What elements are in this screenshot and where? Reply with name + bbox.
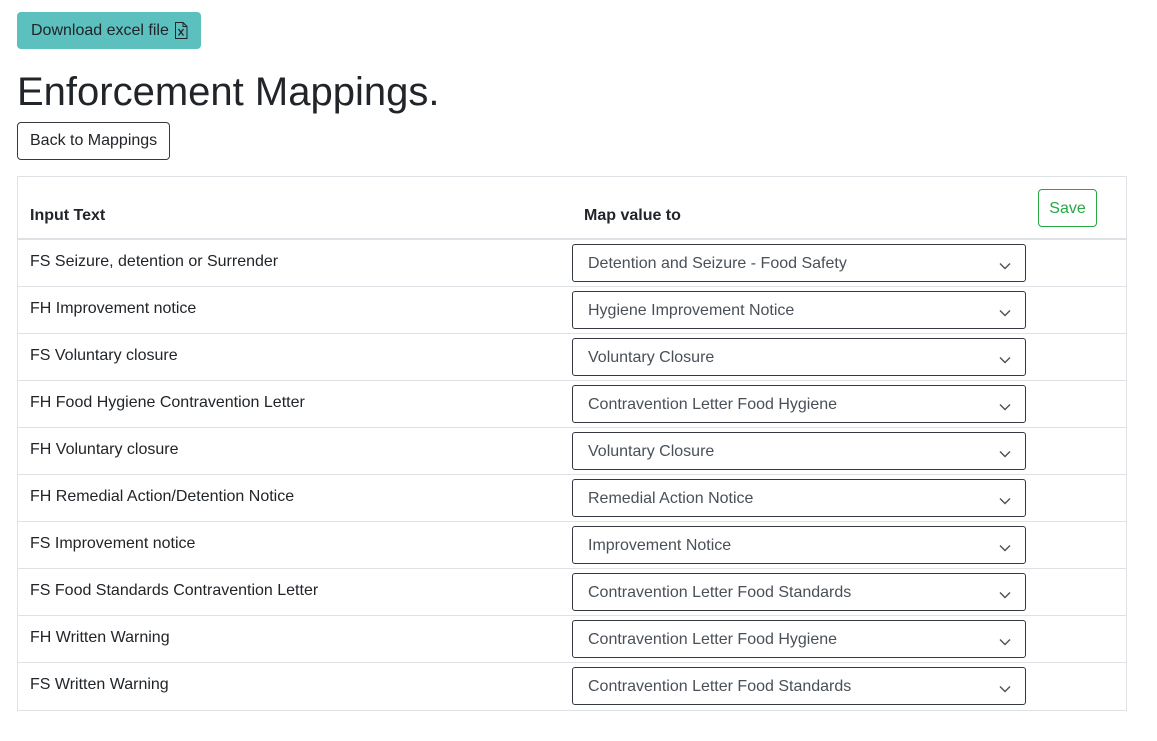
row-input-text: FS Improvement notice bbox=[30, 535, 196, 552]
table-row: FH Written Warning Contravention Letter F… bbox=[18, 616, 1126, 663]
row-input-text: FS Seizure, detention or Surrender bbox=[30, 253, 279, 270]
map-value-select[interactable]: Contravention Letter Food Standards bbox=[572, 667, 1026, 705]
select-selected-value: Hygiene Improvement Notice bbox=[588, 302, 795, 319]
page: Download excel file Enforcement Mappings… bbox=[0, 0, 1157, 741]
chevron-down-icon bbox=[999, 399, 1011, 411]
map-value-select[interactable]: Remedial Action Notice bbox=[572, 479, 1026, 517]
column-header-map-value-to: Map value to bbox=[584, 207, 681, 224]
table-row: FS Voluntary closure Voluntary Closure bbox=[18, 334, 1126, 381]
download-excel-button[interactable]: Download excel file bbox=[17, 12, 201, 49]
select-selected-value: Detention and Seizure - Food Safety bbox=[588, 255, 847, 272]
row-input-text: FH Written Warning bbox=[30, 629, 170, 646]
back-to-mappings-button[interactable]: Back to Mappings bbox=[17, 122, 171, 160]
column-header-input-text: Input Text bbox=[30, 207, 106, 224]
table-row: FS Food Standards Contravention Letter Co… bbox=[18, 569, 1126, 616]
save-button[interactable]: Save bbox=[1038, 189, 1097, 227]
chevron-down-icon bbox=[999, 634, 1011, 646]
select-selected-value: Contravention Letter Food Hygiene bbox=[588, 631, 838, 648]
map-value-select[interactable]: Detention and Seizure - Food Safety bbox=[572, 244, 1026, 282]
chevron-down-icon bbox=[999, 681, 1011, 693]
chevron-down-icon bbox=[999, 493, 1011, 505]
map-value-select[interactable]: Contravention Letter Food Hygiene bbox=[572, 385, 1026, 423]
row-input-text: FS Written Warning bbox=[30, 676, 169, 693]
table-row: FH Remedial Action/Detention Notice Remed… bbox=[18, 475, 1126, 522]
page-title: Enforcement Mappings. bbox=[17, 70, 440, 114]
excel-file-icon bbox=[174, 22, 188, 39]
table-row: FH Voluntary closure Voluntary Closure bbox=[18, 428, 1126, 475]
table-row: FH Food Hygiene Contravention Letter Cont… bbox=[18, 381, 1126, 428]
select-selected-value: Voluntary Closure bbox=[588, 443, 715, 460]
table-row: FS Written Warning Contravention Letter F… bbox=[18, 663, 1126, 710]
map-value-select[interactable]: Contravention Letter Food Hygiene bbox=[572, 620, 1026, 658]
mappings-table: Input Text Map value to Save FS Seizure,… bbox=[17, 176, 1127, 711]
select-selected-value: Contravention Letter Food Standards bbox=[588, 678, 852, 695]
map-value-select[interactable]: Improvement Notice bbox=[572, 526, 1026, 564]
chevron-down-icon bbox=[999, 446, 1011, 458]
row-input-text: FH Food Hygiene Contravention Letter bbox=[30, 394, 305, 411]
download-button-label: Download excel file bbox=[31, 22, 169, 39]
select-selected-value: Voluntary Closure bbox=[588, 349, 715, 366]
chevron-down-icon bbox=[999, 587, 1011, 599]
table-body: FS Seizure, detention or Surrender Detent… bbox=[18, 240, 1126, 710]
table-header: Input Text Map value to Save bbox=[18, 177, 1126, 240]
table-row: FS Improvement notice Improvement Notice bbox=[18, 522, 1126, 569]
select-selected-value: Contravention Letter Food Standards bbox=[588, 584, 852, 601]
row-input-text: FH Voluntary closure bbox=[30, 441, 179, 458]
select-selected-value: Improvement Notice bbox=[588, 537, 732, 554]
table-row: FH Improvement notice Hygiene Improvement… bbox=[18, 287, 1126, 334]
chevron-down-icon bbox=[999, 305, 1011, 317]
table-row: FS Seizure, detention or Surrender Detent… bbox=[18, 240, 1126, 287]
select-selected-value: Contravention Letter Food Hygiene bbox=[588, 396, 838, 413]
row-input-text: FH Improvement notice bbox=[30, 300, 197, 317]
map-value-select[interactable]: Voluntary Closure bbox=[572, 432, 1026, 470]
chevron-down-icon bbox=[999, 540, 1011, 552]
select-selected-value: Remedial Action Notice bbox=[588, 490, 754, 507]
chevron-down-icon bbox=[999, 258, 1011, 270]
row-input-text: FS Voluntary closure bbox=[30, 347, 178, 364]
chevron-down-icon bbox=[999, 352, 1011, 364]
map-value-select[interactable]: Hygiene Improvement Notice bbox=[572, 291, 1026, 329]
row-input-text: FH Remedial Action/Detention Notice bbox=[30, 488, 295, 505]
map-value-select[interactable]: Voluntary Closure bbox=[572, 338, 1026, 376]
map-value-select[interactable]: Contravention Letter Food Standards bbox=[572, 573, 1026, 611]
row-input-text: FS Food Standards Contravention Letter bbox=[30, 582, 319, 599]
